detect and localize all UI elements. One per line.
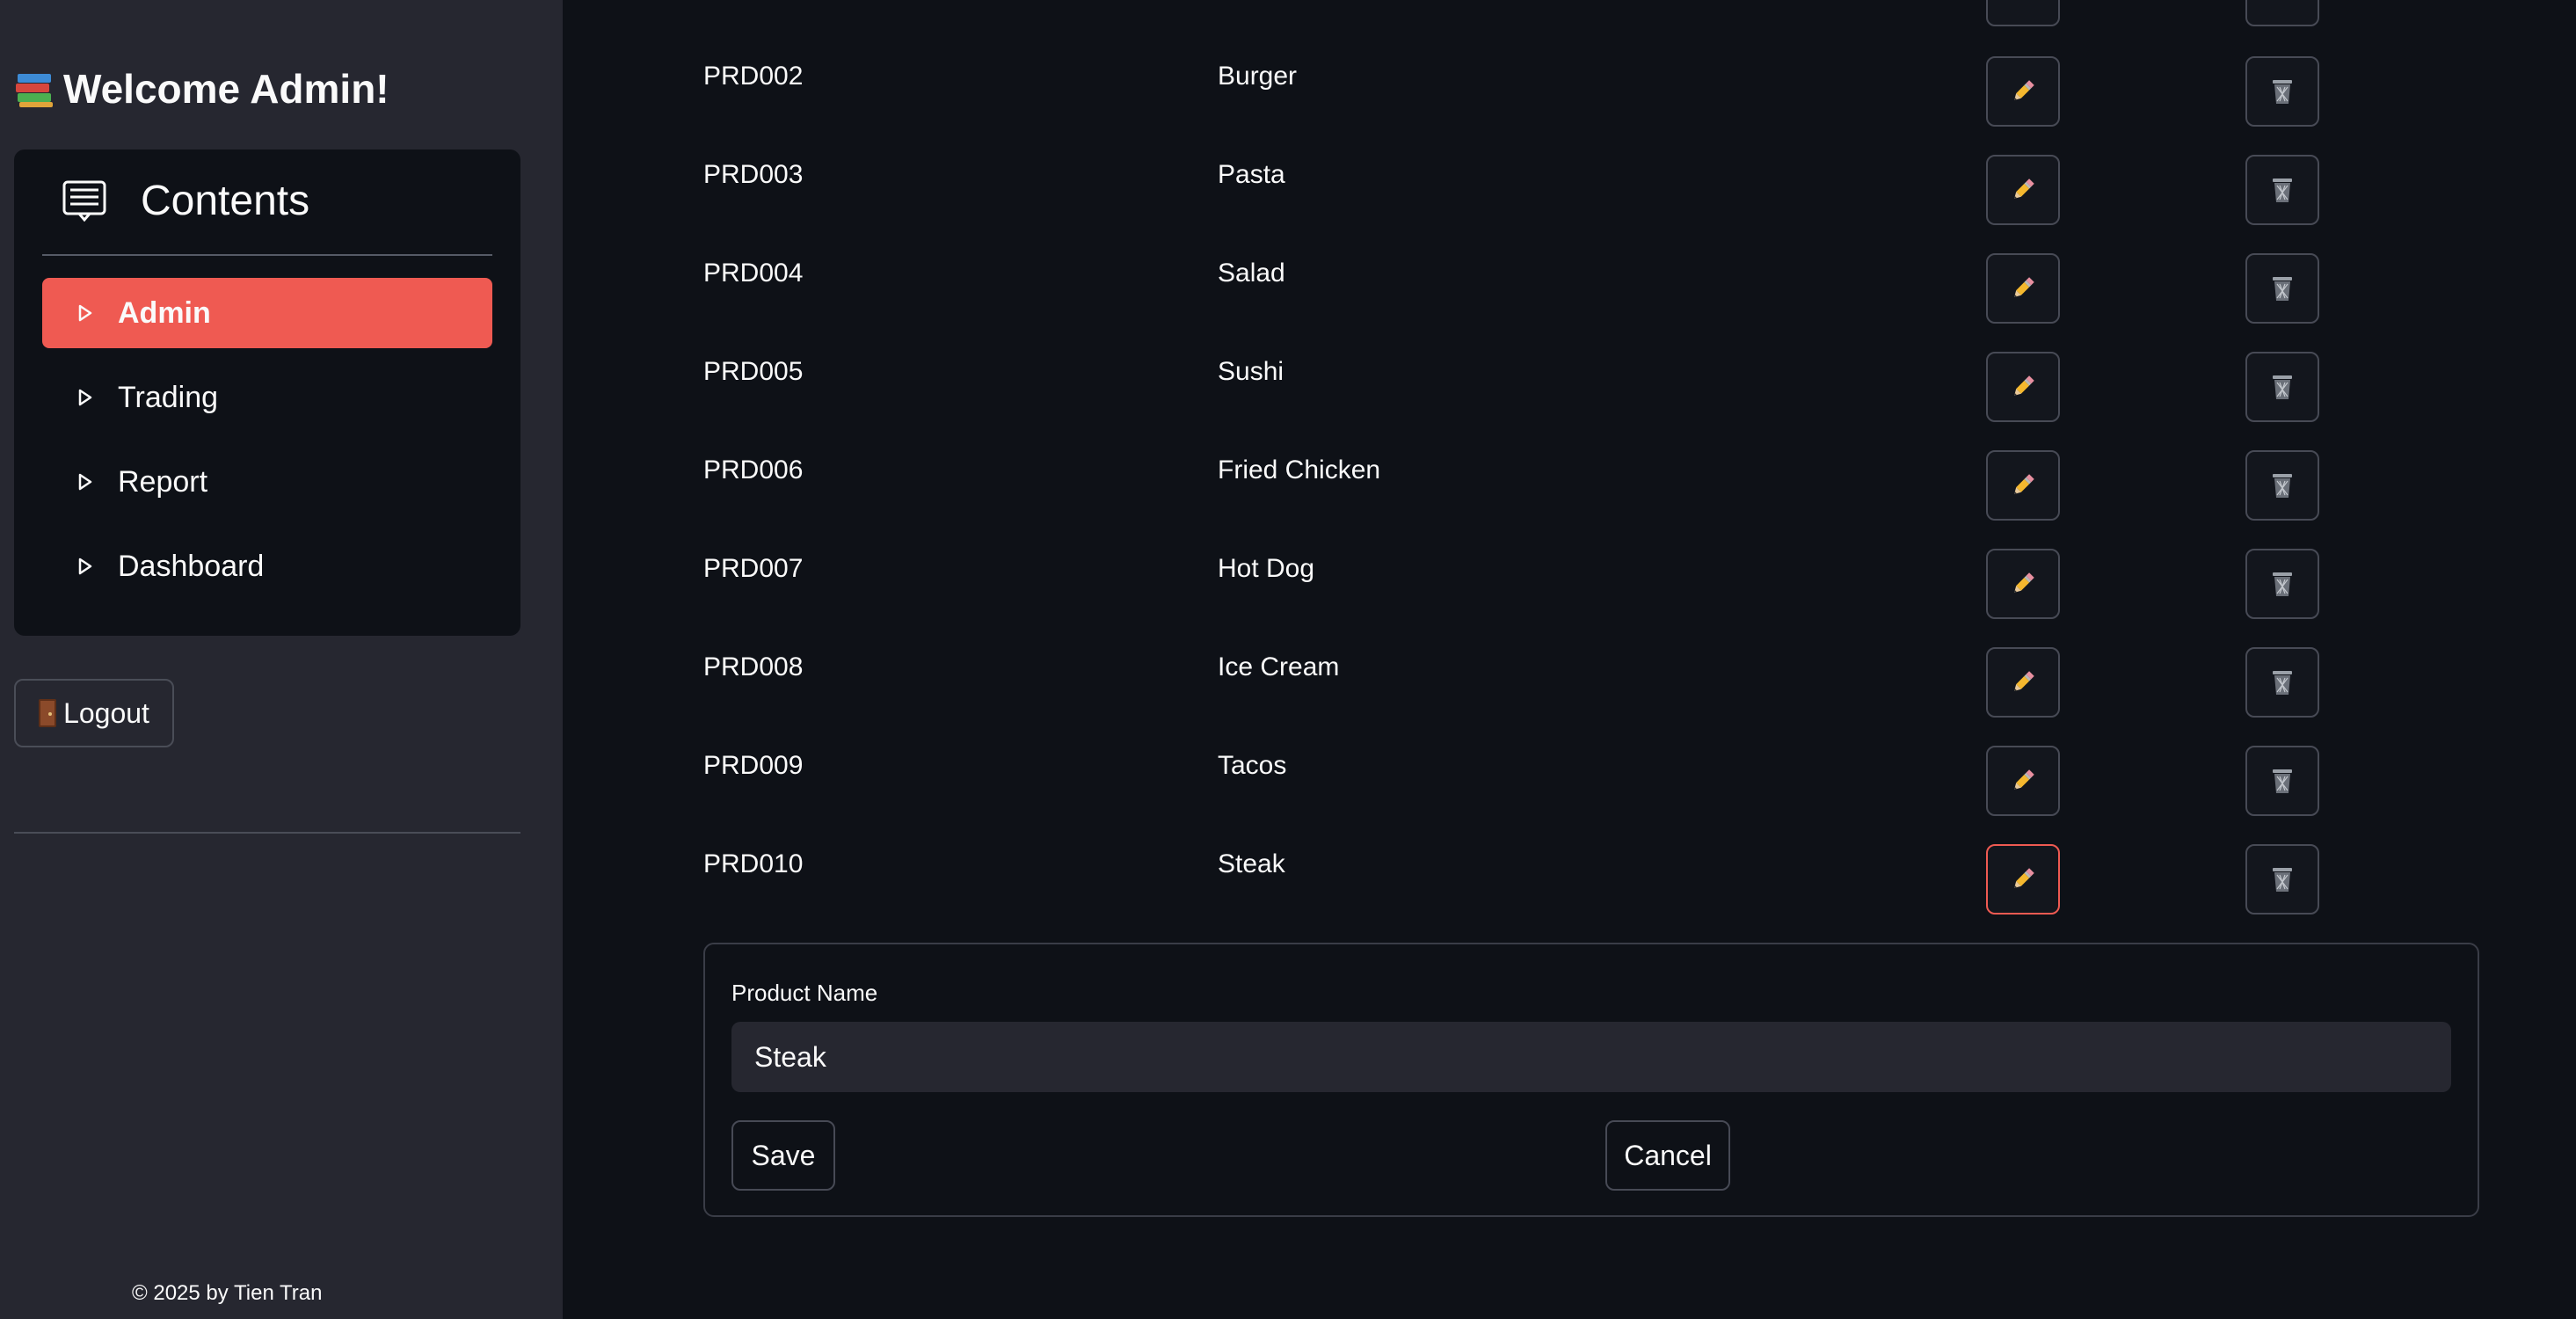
- product-name: Pasta: [1218, 160, 1285, 189]
- pencil-icon: [2014, 671, 2034, 691]
- pencil-icon: [2014, 277, 2034, 297]
- edit-button[interactable]: [1986, 155, 2060, 225]
- table-row: PRD010 Steak: [563, 844, 2576, 948]
- wastebasket-icon: [2273, 868, 2292, 892]
- menu-item-label: Trading: [118, 380, 219, 414]
- footer-text: © 2025 by Tien Tran: [132, 1281, 323, 1305]
- product-name: Fried Chicken: [1218, 455, 1381, 485]
- product-id: PRD008: [703, 652, 804, 681]
- edit-button[interactable]: [1986, 450, 2060, 521]
- pencil-icon: [2014, 474, 2034, 494]
- table-row: PRD003 Pasta: [563, 155, 2576, 259]
- wastebasket-icon: [2273, 80, 2292, 104]
- logout-label: Logout: [63, 696, 149, 729]
- edit-button[interactable]: [1986, 253, 2060, 324]
- delete-button[interactable]: [2245, 647, 2319, 718]
- wastebasket-icon: [2273, 572, 2292, 596]
- menu-item-dashboard[interactable]: Dashboard: [42, 531, 492, 601]
- wastebasket-icon: [2273, 277, 2292, 301]
- product-id: PRD005: [703, 357, 804, 386]
- app: Welcome Admin! Contents Admin Trading Re…: [0, 0, 2576, 1319]
- pencil-icon: [2014, 572, 2034, 593]
- product-name: Ice Cream: [1218, 652, 1340, 681]
- delete-button[interactable]: [2245, 253, 2319, 324]
- cancel-button[interactable]: Cancel: [1605, 1120, 1730, 1191]
- product-id: PRD009: [703, 751, 804, 780]
- product-name-label: Product Name: [731, 980, 878, 1006]
- save-button[interactable]: Save: [731, 1120, 835, 1191]
- product-id: PRD010: [703, 849, 804, 878]
- edit-button[interactable]: [1986, 0, 2060, 26]
- sidebar-divider: [14, 832, 520, 834]
- play-outline-icon: [78, 389, 92, 406]
- pencil-icon: [2014, 375, 2034, 396]
- product-name: Hot Dog: [1218, 554, 1315, 583]
- edit-button[interactable]: [1986, 746, 2060, 816]
- delete-button[interactable]: [2245, 56, 2319, 127]
- play-outline-icon: [78, 557, 92, 575]
- sidebar: Welcome Admin! Contents Admin Trading Re…: [0, 0, 563, 1319]
- wastebasket-icon: [2273, 769, 2292, 793]
- product-id: PRD007: [703, 554, 804, 583]
- pencil-icon: [2014, 80, 2034, 100]
- product-name-input[interactable]: [731, 1022, 2451, 1092]
- menu-title: Contents: [141, 177, 310, 224]
- delete-button[interactable]: [2245, 746, 2319, 816]
- wastebasket-icon: [2273, 671, 2292, 695]
- welcome-text: Welcome Admin!: [63, 66, 389, 112]
- play-outline-icon: [78, 304, 92, 322]
- product-name: Salad: [1218, 259, 1285, 288]
- menu-item-admin[interactable]: Admin: [42, 278, 492, 348]
- menu-divider: [42, 254, 492, 256]
- pencil-icon: [2014, 868, 2034, 888]
- play-outline-icon: [78, 473, 92, 491]
- product-id: PRD006: [703, 455, 804, 485]
- edit-button[interactable]: [1986, 647, 2060, 718]
- pencil-icon: [2014, 769, 2034, 790]
- product-name: Burger: [1218, 62, 1298, 91]
- edit-button[interactable]: [1986, 844, 2060, 915]
- menu-item-report[interactable]: Report: [42, 447, 492, 517]
- delete-button[interactable]: [2245, 450, 2319, 521]
- welcome-heading: Welcome Admin!: [14, 65, 389, 113]
- table-row: PRD005 Sushi: [563, 352, 2576, 455]
- wastebasket-icon: [2273, 474, 2292, 498]
- menu-item-label: Report: [118, 464, 208, 499]
- edit-button[interactable]: [1986, 549, 2060, 619]
- product-name: Steak: [1218, 849, 1285, 878]
- menu-header: Contents: [42, 174, 492, 227]
- edit-button[interactable]: [1986, 352, 2060, 422]
- main-content: PRD002 Burger PRD003 Pasta PRD004 Salad PRD005…: [563, 0, 2576, 1319]
- product-name: Sushi: [1218, 357, 1284, 386]
- wastebasket-icon: [2273, 179, 2292, 202]
- delete-button[interactable]: [2245, 155, 2319, 225]
- wastebasket-icon: [2273, 375, 2292, 399]
- product-id: PRD003: [703, 160, 804, 189]
- delete-button[interactable]: [2245, 352, 2319, 422]
- table-row: PRD006 Fried Chicken: [563, 450, 2576, 554]
- option-menu: Contents Admin Trading Report Dashboard: [14, 149, 520, 636]
- pencil-icon: [2014, 179, 2034, 199]
- books-icon: [14, 69, 55, 109]
- menu-item-trading[interactable]: Trading: [42, 362, 492, 433]
- menu-item-label: Dashboard: [118, 549, 265, 583]
- table-row: PRD008 Ice Cream: [563, 647, 2576, 751]
- product-name: Tacos: [1218, 751, 1287, 780]
- edit-button[interactable]: [1986, 56, 2060, 127]
- door-icon: [39, 699, 57, 727]
- product-id: PRD002: [703, 62, 804, 91]
- edit-product-form: Product Name Save Cancel: [703, 943, 2479, 1217]
- menu-item-label: Admin: [118, 295, 211, 330]
- table-row: PRD002 Burger: [563, 56, 2576, 160]
- contents-icon: [62, 180, 106, 222]
- table-row: PRD004 Salad: [563, 253, 2576, 357]
- logout-button[interactable]: Logout: [14, 679, 174, 747]
- delete-button[interactable]: [2245, 0, 2319, 26]
- delete-button[interactable]: [2245, 844, 2319, 915]
- product-id: PRD004: [703, 259, 804, 288]
- table-row: PRD009 Tacos: [563, 746, 2576, 849]
- table-row: PRD007 Hot Dog: [563, 549, 2576, 652]
- delete-button[interactable]: [2245, 549, 2319, 619]
